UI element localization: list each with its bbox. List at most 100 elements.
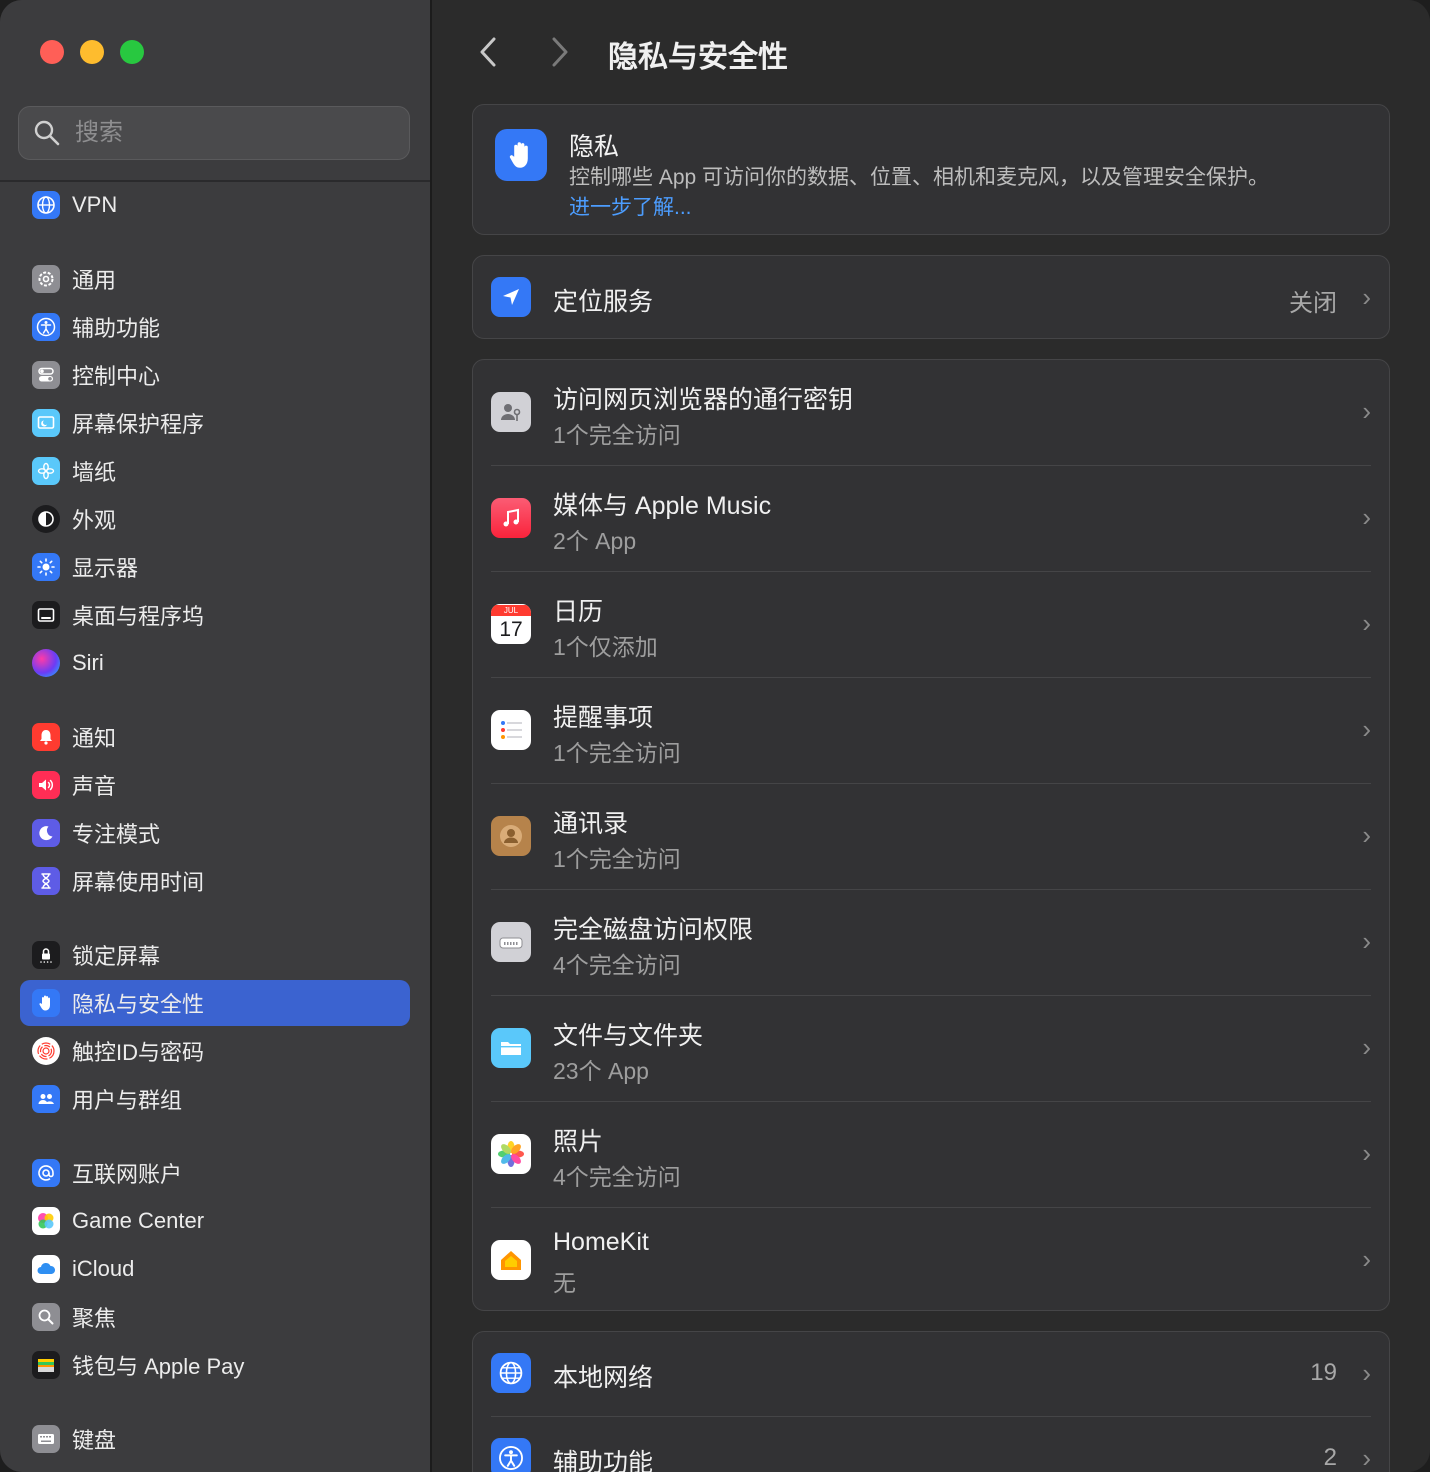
globe-icon	[32, 191, 60, 219]
list-item[interactable]: 照片 4个完全访问 ›	[473, 1102, 1389, 1208]
chevron-right-icon: ›	[1362, 608, 1371, 638]
chevron-right-icon: ›	[1362, 396, 1371, 426]
accessibility-icon	[491, 1438, 531, 1472]
list-item[interactable]: 完全磁盘访问权限 4个完全访问 ›	[473, 890, 1389, 996]
list-item[interactable]: 媒体与 Apple Music 2个 App ›	[473, 466, 1389, 572]
list-item-title: 访问网页浏览器的通行密钥	[553, 386, 854, 414]
main-pane: 隐私与安全性 隐私 控制哪些 App 可访问你的数据、位置、相机和麦克风，以及管…	[432, 0, 1430, 1472]
list-item[interactable]: 本地网络 19 ›	[473, 1332, 1389, 1416]
sidebar-item-sound[interactable]: 声音	[20, 762, 410, 808]
appearance-icon	[32, 505, 60, 533]
sidebar-item-label: 墙纸	[72, 460, 117, 485]
list-item-title: 完全磁盘访问权限	[553, 916, 754, 944]
wallet-icon	[32, 1351, 60, 1379]
sidebar-item-label: Siri	[72, 650, 104, 675]
folder-icon	[491, 1028, 531, 1068]
forward-button[interactable]	[540, 30, 580, 74]
sidebar-item-label: 聚焦	[72, 1306, 117, 1331]
sidebar-item-users-groups[interactable]: 用户与群组	[20, 1076, 410, 1122]
chevron-right-icon: ›	[1362, 714, 1371, 744]
minimize-button[interactable]	[80, 40, 104, 64]
disk-icon	[491, 922, 531, 962]
fingerprint-icon	[32, 1037, 60, 1065]
users-icon	[32, 1085, 60, 1113]
calendar-month: JUL	[491, 605, 531, 616]
sidebar-item-icloud[interactable]: iCloud	[20, 1246, 410, 1292]
back-button[interactable]	[468, 30, 508, 74]
calendar-day: 17	[499, 618, 523, 641]
list-item[interactable]: 提醒事项 1个完全访问 ›	[473, 678, 1389, 784]
list-item-title: 照片	[553, 1128, 604, 1156]
sidebar-item-keyboard[interactable]: 键盘	[20, 1416, 410, 1462]
sidebar-item-privacy-security[interactable]: 隐私与安全性	[20, 980, 410, 1026]
list-item-subtitle: 4个完全访问	[553, 1164, 681, 1190]
list-item[interactable]: HomeKit 无 ›	[473, 1208, 1389, 1312]
search-field[interactable]	[18, 106, 410, 160]
sidebar-item-screen-time[interactable]: 屏幕使用时间	[20, 858, 410, 904]
sidebar-item-appearance[interactable]: 外观	[20, 496, 410, 542]
sidebar-item-label: 钱包与 Apple Pay	[72, 1354, 245, 1379]
window-controls	[40, 40, 144, 64]
sidebar-item-control-center[interactable]: 控制中心	[20, 352, 410, 398]
sidebar-item-notifications[interactable]: 通知	[20, 714, 410, 760]
close-button[interactable]	[40, 40, 64, 64]
sidebar-item-internet-accounts[interactable]: 互联网账户	[20, 1150, 410, 1196]
sidebar-item-wallet[interactable]: 钱包与 Apple Pay	[20, 1342, 410, 1388]
sidebar-item-accessibility[interactable]: 辅助功能	[20, 304, 410, 350]
network-globe-icon	[491, 1353, 531, 1393]
calendar-icon: JUL 17	[491, 604, 531, 644]
sidebar-item-displays[interactable]: 显示器	[20, 544, 410, 590]
sidebar-item-touch-id[interactable]: 触控ID与密码	[20, 1028, 410, 1074]
list-item-subtitle: 1个完全访问	[553, 846, 681, 872]
sidebar-item-label: 专注模式	[72, 822, 161, 847]
sidebar-item-label: 触控ID与密码	[72, 1040, 205, 1065]
sidebar-item-label: 隐私与安全性	[72, 992, 205, 1017]
sidebar-item-label: 辅助功能	[72, 316, 161, 341]
network-card: 本地网络 19 › 辅助功能 2 ›	[472, 1331, 1390, 1472]
speaker-icon	[32, 771, 60, 799]
sidebar-item-label: 外观	[72, 508, 117, 533]
list-item[interactable]: JUL 17 日历 1个仅添加 ›	[473, 572, 1389, 678]
list-item[interactable]: 访问网页浏览器的通行密钥 1个完全访问 ›	[473, 360, 1389, 466]
sidebar-item-spotlight[interactable]: 聚焦	[20, 1294, 410, 1340]
sidebar-item-label: VPN	[72, 192, 118, 217]
privacy-card: 隐私 控制哪些 App 可访问你的数据、位置、相机和麦克风，以及管理安全保护。 …	[472, 104, 1390, 235]
search-input[interactable]	[73, 118, 377, 148]
bell-icon	[32, 723, 60, 751]
sidebar-item-label: 通用	[72, 268, 117, 293]
hand-icon	[495, 129, 547, 181]
list-item[interactable]: 辅助功能 2 ›	[473, 1417, 1389, 1472]
location-services-value: 关闭	[1289, 290, 1337, 317]
list-item-value: 2	[1323, 1444, 1337, 1471]
list-item[interactable]: 通讯录 1个完全访问 ›	[473, 784, 1389, 890]
list-item-title: 提醒事项	[553, 704, 654, 732]
chevron-right-icon: ›	[1362, 1443, 1371, 1472]
sidebar-item-vpn[interactable]: VPN	[20, 182, 410, 228]
contacts-icon	[491, 816, 531, 856]
list-item-title: 本地网络	[553, 1364, 654, 1392]
gear-icon	[32, 265, 60, 293]
location-services-row[interactable]: 定位服务 关闭 ›	[473, 256, 1389, 338]
sidebar-item-lock-screen[interactable]: 锁定屏幕	[20, 932, 410, 978]
sidebar-item-desktop-dock[interactable]: 桌面与程序坞	[20, 592, 410, 638]
chevron-right-icon: ›	[1362, 1138, 1371, 1168]
list-item[interactable]: 文件与文件夹 23个 App ›	[473, 996, 1389, 1102]
sidebar-item-label: 控制中心	[72, 364, 161, 389]
sidebar-item-game-center[interactable]: Game Center	[20, 1198, 410, 1244]
sidebar-item-screensaver[interactable]: 屏幕保护程序	[20, 400, 410, 446]
sidebar-item-label: 桌面与程序坞	[72, 604, 205, 629]
sidebar-item-general[interactable]: 通用	[20, 256, 410, 302]
sidebar-item-wallpaper[interactable]: 墙纸	[20, 448, 410, 494]
moon-icon	[32, 819, 60, 847]
accessibility-icon	[32, 313, 60, 341]
sidebar-item-focus[interactable]: 专注模式	[20, 810, 410, 856]
list-item-subtitle: 4个完全访问	[553, 952, 681, 978]
learn-more-link[interactable]: 进一步了解...	[569, 191, 692, 221]
list-item-subtitle: 无	[553, 1270, 576, 1296]
settings-window: VPN 通用 辅助功能 控制中心 屏幕保护程序	[0, 0, 1430, 1472]
sidebar-item-siri[interactable]: Siri	[20, 640, 410, 686]
zoom-button[interactable]	[120, 40, 144, 64]
chevron-right-icon: ›	[1362, 820, 1371, 850]
sidebar-item-label: 通知	[72, 726, 117, 751]
flower-icon	[32, 457, 60, 485]
